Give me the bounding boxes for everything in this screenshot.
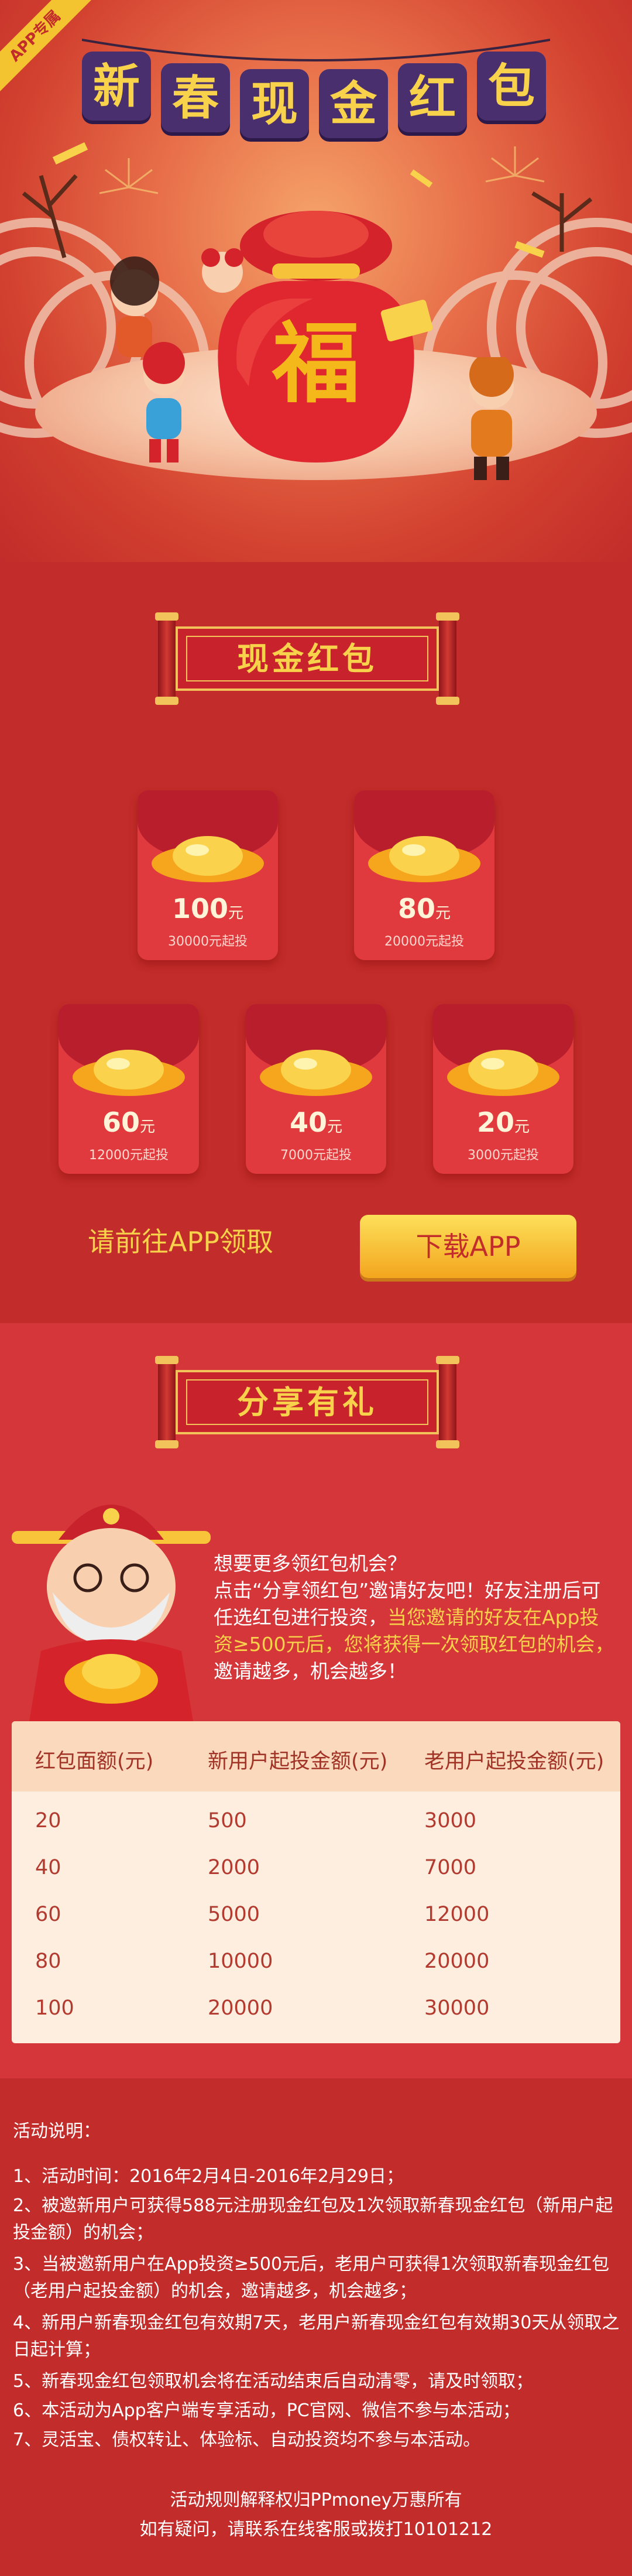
redpacket-amount: 60元: [102, 1107, 156, 1138]
scroll-roll-right: [436, 1356, 459, 1448]
title-char: 春: [161, 63, 230, 132]
table-cell: 80: [35, 1950, 61, 1973]
scroll-roll-left: [155, 612, 178, 705]
redpacket-card-100[interactable]: 100元 30000元起投: [138, 790, 278, 960]
table-cell: 3000: [424, 1809, 477, 1832]
table-cell: 10000: [208, 1950, 273, 1973]
table-cell: 20000: [424, 1950, 490, 1973]
banner-body: 现金红包: [176, 626, 439, 691]
table-cell: 30000: [424, 1996, 490, 2020]
banner-body: 分享有礼: [176, 1370, 439, 1434]
child-illustration-top: [201, 248, 243, 293]
redpacket-condition: 7000元起投: [280, 1148, 352, 1163]
redpacket-card-40[interactable]: 40元 7000元起投: [246, 1004, 386, 1174]
scroll-roll-left: [155, 1356, 178, 1448]
table-header-cell: 老用户起投金额(元): [424, 1750, 604, 1773]
gold-ingot-icon: [447, 1050, 559, 1096]
redpacket-card-20[interactable]: 20元 3000元起投: [433, 1004, 573, 1174]
footer-contact: 如有疑问，请联系在线客服或拨打10101212: [139, 2519, 493, 2540]
redpacket-condition: 12000元起投: [89, 1148, 169, 1163]
title-char: 红: [398, 63, 467, 132]
table-cell: 2000: [208, 1856, 260, 1879]
fu-character: 福: [272, 312, 360, 415]
redpacket-condition: 30000元起投: [168, 934, 248, 949]
page-title: 新 春 现 金 红 包: [82, 22, 550, 139]
table-cell: 20000: [208, 1996, 273, 2020]
table-cell: 60: [35, 1903, 61, 1926]
cash-redpacket-banner: 现金红包: [155, 612, 459, 705]
title-char: 新: [82, 52, 151, 121]
share-description: 想要更多领红包机会？ 点击“分享领红包”邀请好友吧！好友注册后可任选红包进行投资…: [214, 1550, 617, 1685]
share-gift-banner: 分享有礼: [155, 1356, 459, 1448]
table-cell: 100: [35, 1996, 74, 2020]
redpacket-amount: 40元: [289, 1107, 343, 1138]
redpacket-amount: 20元: [476, 1107, 530, 1138]
child-illustration-right: [469, 357, 514, 480]
hero-banner: APP专属 新 春 现 金 红 包 福: [0, 0, 632, 562]
gold-ingot-icon: [152, 836, 264, 882]
title-char: 现: [240, 69, 309, 138]
gold-ingot-icon: [368, 836, 480, 882]
redpacket-condition: 20000元起投: [384, 934, 464, 949]
table-cell: 20: [35, 1809, 61, 1832]
title-char: 包: [477, 52, 546, 121]
table-cell: 12000: [424, 1903, 490, 1926]
rules-title: 活动说明：: [13, 2121, 101, 2142]
table-cell: 5000: [208, 1903, 260, 1926]
rule-item: 6、本活动为App客户端专享活动，PC官网、微信不参与本活动；: [13, 2400, 520, 2421]
page: APP专属 新 春 现 金 红 包 福 现金红包 100元 30000元起投 8…: [0, 0, 632, 2576]
share-line-end: 邀请越多，机会越多！: [214, 1660, 407, 1683]
rule-item: 1、活动时间：2016年2月4日-2016年2月29日；: [13, 2166, 404, 2187]
share-line-1: 想要更多领红包机会？: [214, 1552, 407, 1575]
redpacket-condition: 3000元起投: [468, 1148, 539, 1163]
gold-ingot-icon: [260, 1050, 372, 1096]
god-of-wealth-illustration: [12, 1505, 211, 1721]
rule-item: 5、新春现金红包领取机会将在活动结束后自动清零，请及时领取；: [13, 2371, 534, 2392]
banner-title: 现金红包: [237, 640, 377, 677]
goto-app-text: 请前往APP领取: [88, 1226, 273, 1258]
banner-title: 分享有礼: [237, 1383, 377, 1421]
redpacket-card-80[interactable]: 80元 20000元起投: [354, 790, 494, 960]
scroll-roll-right: [436, 612, 459, 705]
rule-item: 7、灵活宝、债权转让、体验标、自动投资均不参与本活动。: [13, 2430, 481, 2450]
download-app-button[interactable]: 下载APP: [360, 1215, 576, 1278]
table-cell: 7000: [424, 1856, 477, 1879]
table-cell: 40: [35, 1856, 61, 1879]
rule-item: 3、当被邀新用户在App投资≥500元后，老用户可获得1次领取新春现金红包（老用…: [13, 2254, 610, 2301]
table-cell: 500: [208, 1809, 247, 1832]
gold-ingot-icon: [73, 1050, 185, 1096]
redpacket-amount: 100元: [171, 893, 244, 924]
rule-item: 2、被邀新用户可获得588元注册现金红包及1次领取新春现金红包（新用户起投金额）…: [13, 2195, 613, 2243]
table-header: 红包面额(元) 新用户起投金额(元) 老用户起投金额(元): [12, 1721, 620, 1791]
title-char: 金: [319, 69, 388, 138]
footer-copyright: 活动规则解释权归PPmoney万惠所有: [170, 2490, 462, 2510]
redpacket-card-60[interactable]: 60元 12000元起投: [59, 1004, 199, 1174]
redpacket-amount: 80元: [397, 893, 451, 924]
table-header-cell: 红包面额(元): [35, 1750, 154, 1773]
rule-item: 4、新用户新春现金红包有效期7天，老用户新春现金红包有效期30天从领取之日起计算…: [13, 2313, 620, 2360]
table-header-cell: 新用户起投金额(元): [208, 1750, 388, 1773]
redpacket-table: 红包面额(元) 新用户起投金额(元) 老用户起投金额(元) 20 500 300…: [12, 1721, 620, 2043]
